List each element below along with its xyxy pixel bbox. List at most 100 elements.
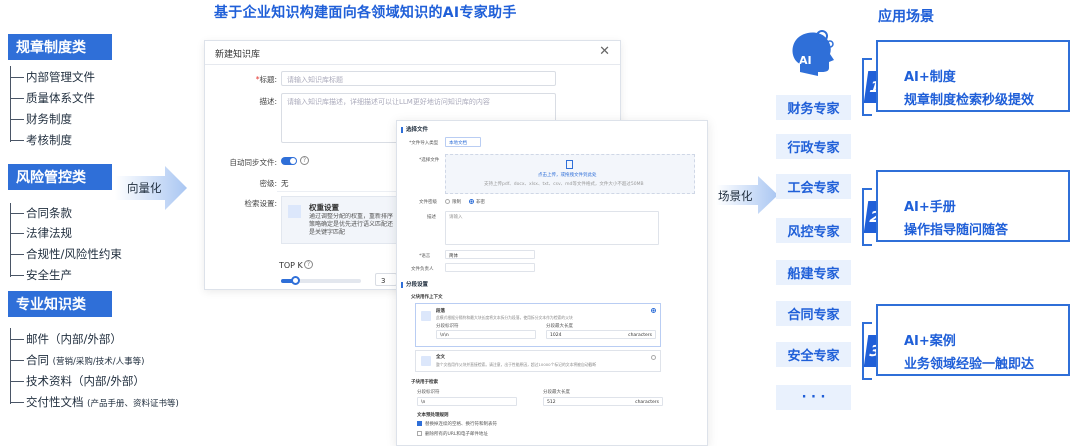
weight-setting-card[interactable]: 权重设置 通过调整分配的权重，重新排序策略确定是优先进行语义匹配还是关键字匹配 xyxy=(281,196,397,244)
close-icon[interactable]: ✕ xyxy=(599,44,610,59)
level-label: 密级: xyxy=(259,179,277,188)
level-radio-nonsecret[interactable] xyxy=(469,199,474,204)
help-icon[interactable]: ? xyxy=(300,156,309,165)
topk-input[interactable]: 3 xyxy=(375,273,397,286)
topk-slider[interactable] xyxy=(281,276,361,285)
parent-child-label: 父块用作上下文 xyxy=(411,295,443,300)
fulltext-title: 全文 xyxy=(436,355,445,360)
auto-sync-toggle[interactable] xyxy=(281,157,297,165)
separator-input[interactable]: \n\n xyxy=(436,330,536,339)
expert-shipbuilding: 船建专家 xyxy=(776,260,851,285)
name-input[interactable]: 请输入知识库标题 xyxy=(281,71,556,86)
level-value[interactable]: 无 xyxy=(281,178,289,189)
category-knowledge-header: 专业知识类 xyxy=(8,291,112,317)
main-title: 基于企业知识构建面向各领域知识的AI专家助手 xyxy=(214,5,517,21)
child-max-label: 分段最大长度 xyxy=(543,390,570,395)
fulltext-icon xyxy=(421,356,431,366)
paragraph-title: 段落 xyxy=(436,309,445,314)
list-item: 合同 (营销/采购/技术/人事等) xyxy=(10,352,144,368)
level-option-restricted: 限制 xyxy=(452,200,461,205)
scene-label: 场景化 xyxy=(718,189,753,203)
scenes-title: 应用场景 xyxy=(878,9,934,25)
ai-head-icon xyxy=(792,30,834,76)
lang-label: *语言 xyxy=(419,254,431,259)
scene-desc-3: 业务领域经验一触即达 xyxy=(904,357,1035,372)
list-item: 合规性/风险性约束 xyxy=(10,246,122,262)
list-item-note: (营销/采购/技术/人事等) xyxy=(52,357,145,367)
rule1-checkbox[interactable] xyxy=(417,421,422,426)
list-item: 安全生产 xyxy=(10,267,72,283)
paragraph-radio[interactable] xyxy=(651,308,656,313)
name-label: *标题: xyxy=(255,75,277,84)
rule1-text: 替换掉连续的空格、换行符和制表符 xyxy=(425,422,497,427)
list-item: 法律法规 xyxy=(10,225,72,241)
upload-dropzone[interactable]: 点击上传，或拖拽文件到此处 支持上传pdf、docx、xlsx、txt、csv、… xyxy=(445,154,695,194)
category-knowledge-list: 邮件（内部/外部） 合同 (营销/采购/技术/人事等) 技术资料（内部/外部） … xyxy=(10,328,205,410)
list-item: 交付性文档 (产品手册、资料证书等) xyxy=(10,394,179,410)
list-item-note: (产品手册、资料证书等) xyxy=(87,399,179,409)
category-rules-list: 内部管理文件 质量体系文件 财务制度 考核制度 xyxy=(10,66,205,148)
file-level-label: 文件密级 xyxy=(419,200,437,205)
list-item: 技术资料（内部/外部） xyxy=(10,373,145,389)
retrieval-label: 检索设置: xyxy=(244,199,277,208)
expert-union: 工会专家 xyxy=(776,174,851,199)
topk-help-icon[interactable]: ? xyxy=(304,260,313,269)
lang-select[interactable]: 简体 xyxy=(445,250,535,259)
category-risk-header: 风险管控类 xyxy=(8,164,112,190)
expert-safety: 安全专家 xyxy=(776,342,851,367)
expert-risk: 风控专家 xyxy=(776,218,851,243)
scene-card-2: AI+手册 操作指导随问随答 xyxy=(876,170,1070,242)
paragraph-desc: 此模式根据分隔符和最大块长度将文本拆分为段落，使用拆分文本作为检索的父块 xyxy=(436,315,573,320)
paragraph-option-card[interactable]: 段落 此模式根据分隔符和最大块长度将文本拆分为段落，使用拆分文本作为检索的父块 … xyxy=(415,303,661,347)
separator-label: 分段标识符 xyxy=(436,324,459,329)
category-risk-list: 合同条款 法律法规 合规性/风险性约束 安全生产 xyxy=(10,203,205,285)
upload-main-text: 点击上传，或拖拽文件到此处 xyxy=(538,173,597,178)
list-item: 质量体系文件 xyxy=(10,90,95,106)
scene-card-3: AI+案例 业务领域经验一触即达 xyxy=(876,304,1070,376)
child-separator-input[interactable]: \n xyxy=(417,397,517,406)
weight-desc: 通过调整分配的权重，重新排序策略确定是优先进行语义匹配还是关键字匹配 xyxy=(309,213,394,236)
expert-more: · · · xyxy=(776,385,851,410)
child-chunk-label: 子块用于检索 xyxy=(411,380,438,385)
scene-desc-1: 规章制度检索秒级提效 xyxy=(904,93,1035,108)
level-option-nonsecret: 非密 xyxy=(476,200,485,205)
scene-title-3: AI+案例 xyxy=(904,334,956,349)
scene-desc-2: 操作指导随问随答 xyxy=(904,223,1009,238)
ai-icon-label: AI xyxy=(799,54,812,67)
list-item: 财务制度 xyxy=(10,111,72,127)
paragraph-icon xyxy=(421,311,431,321)
topk-label: TOP K xyxy=(279,261,303,270)
max-length-input[interactable]: 1024 characters xyxy=(546,330,656,339)
scene-card-1: AI+制度 规章制度检索秒级提效 xyxy=(876,40,1070,112)
local-doc-button[interactable]: 本地文档 xyxy=(445,137,481,147)
owner-label: 文件负责人 xyxy=(411,267,434,272)
chunk-section: 分段设置 xyxy=(401,280,428,288)
panel-desc-label: 描述 xyxy=(427,215,436,220)
import-type-label: *文件导入类型 xyxy=(409,141,439,146)
weight-title: 权重设置 xyxy=(309,203,339,212)
list-item: 考核制度 xyxy=(10,132,72,148)
desc-label: 描述: xyxy=(259,97,277,106)
rule2-checkbox[interactable] xyxy=(417,431,422,436)
select-file-section: 选择文件 xyxy=(401,125,428,133)
owner-input[interactable] xyxy=(445,263,535,272)
rules-label: 文本预处理规则 xyxy=(417,413,449,418)
select-file-label: *选择文件 xyxy=(419,158,440,163)
weight-icon xyxy=(288,205,301,218)
rule2-text: 删除所有的URL和电子邮件地址 xyxy=(425,432,488,437)
fulltext-desc: 整个文档用作父块并直接检索。请注意，出于性能原因，超过10000个标记的文本将被… xyxy=(436,362,597,367)
fulltext-option-card[interactable]: 全文 整个文档用作父块并直接检索。请注意，出于性能原因，超过10000个标记的文… xyxy=(415,350,661,372)
level-radio-restricted[interactable] xyxy=(445,199,450,204)
panel-desc-input[interactable]: 请输入 xyxy=(445,211,659,245)
list-item: 邮件（内部/外部） xyxy=(10,331,122,347)
list-item: 内部管理文件 xyxy=(10,69,95,85)
child-separator-label: 分段标识符 xyxy=(417,390,440,395)
fulltext-radio[interactable] xyxy=(651,355,656,360)
expert-contract: 合同专家 xyxy=(776,301,851,326)
file-settings-panel: 选择文件 *文件导入类型 本地文档 *选择文件 点击上传，或拖拽文件到此处 支持… xyxy=(396,120,708,446)
child-max-input[interactable]: 512 characters xyxy=(543,397,663,406)
category-rules-header: 规章制度类 xyxy=(8,34,112,60)
expert-admin: 行政专家 xyxy=(776,134,851,159)
vectorize-label: 向量化 xyxy=(127,181,162,195)
scene-title-2: AI+手册 xyxy=(904,200,956,215)
